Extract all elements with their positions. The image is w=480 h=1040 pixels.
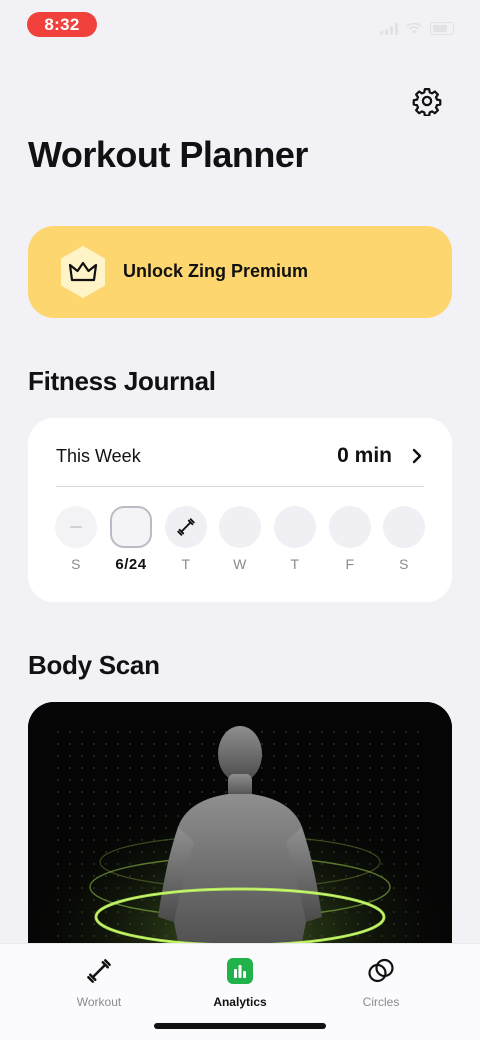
page-title: Workout Planner bbox=[28, 134, 308, 175]
body-scan-title: Body Scan bbox=[28, 650, 160, 680]
day-thursday[interactable]: T bbox=[274, 504, 318, 576]
day-label: W bbox=[233, 556, 247, 572]
day-label: S bbox=[399, 556, 409, 572]
premium-label: Unlock Zing Premium bbox=[123, 261, 309, 281]
rest-day-indicator bbox=[55, 506, 97, 548]
gear-icon bbox=[412, 88, 442, 116]
day-wednesday[interactable]: W bbox=[219, 504, 263, 576]
dumbbell-icon bbox=[87, 959, 111, 983]
day-friday[interactable]: F bbox=[329, 504, 373, 576]
tab-icon-wrapper bbox=[225, 956, 255, 986]
unlock-premium-banner[interactable]: Unlock Zing Premium bbox=[28, 226, 452, 318]
dash-icon bbox=[70, 526, 82, 528]
fitness-journal-title: Fitness Journal bbox=[28, 366, 216, 396]
tab-label: Circles bbox=[362, 995, 400, 1009]
day-saturday[interactable]: S bbox=[383, 504, 427, 576]
week-label: This Week bbox=[56, 446, 141, 466]
day-label: 6/24 bbox=[115, 556, 147, 573]
status-icons bbox=[380, 22, 454, 35]
workout-day-indicator bbox=[165, 506, 207, 548]
tab-workout[interactable]: Workout bbox=[44, 956, 154, 1016]
day-label: T bbox=[181, 556, 191, 572]
settings-button[interactable] bbox=[410, 84, 444, 118]
dumbbell-icon bbox=[177, 518, 195, 536]
empty-day-indicator bbox=[383, 506, 425, 548]
body-scan-card[interactable] bbox=[28, 702, 452, 962]
crown-icon bbox=[61, 246, 105, 298]
analytics-icon bbox=[227, 958, 253, 984]
day-tuesday[interactable]: T bbox=[165, 504, 209, 576]
this-week-row[interactable]: This Week 0 min bbox=[28, 418, 452, 486]
tab-label: Analytics bbox=[213, 995, 267, 1009]
battery-icon bbox=[430, 22, 454, 35]
day-label: S bbox=[71, 556, 81, 572]
tab-circles[interactable]: Circles bbox=[326, 956, 436, 1016]
today-indicator bbox=[110, 506, 152, 548]
empty-day-indicator bbox=[219, 506, 261, 548]
week-total-minutes: 0 min bbox=[337, 444, 392, 467]
status-bar: 8:32 bbox=[0, 0, 480, 48]
day-sunday[interactable]: S bbox=[55, 504, 99, 576]
day-label: T bbox=[290, 556, 300, 572]
tab-analytics[interactable]: Analytics bbox=[185, 956, 295, 1016]
week-days: S 6/24 T W T F S bbox=[55, 504, 427, 574]
status-time: 8:32 bbox=[27, 12, 97, 37]
tab-label: Workout bbox=[76, 995, 122, 1009]
day-label: F bbox=[345, 556, 355, 572]
fitness-journal-card: This Week 0 min S 6/24 T W T F S bbox=[28, 418, 452, 602]
body-scan-image bbox=[28, 702, 452, 962]
day-today[interactable]: 6/24 bbox=[110, 504, 154, 576]
divider bbox=[56, 486, 424, 487]
wifi-icon bbox=[406, 22, 422, 34]
home-indicator bbox=[154, 1023, 326, 1029]
tab-icon-wrapper bbox=[366, 956, 396, 986]
empty-day-indicator bbox=[329, 506, 371, 548]
cellular-signal-icon bbox=[380, 22, 398, 35]
chevron-right-icon bbox=[412, 448, 422, 464]
circles-icon bbox=[368, 958, 394, 983]
tab-icon-wrapper bbox=[84, 956, 114, 986]
empty-day-indicator bbox=[274, 506, 316, 548]
